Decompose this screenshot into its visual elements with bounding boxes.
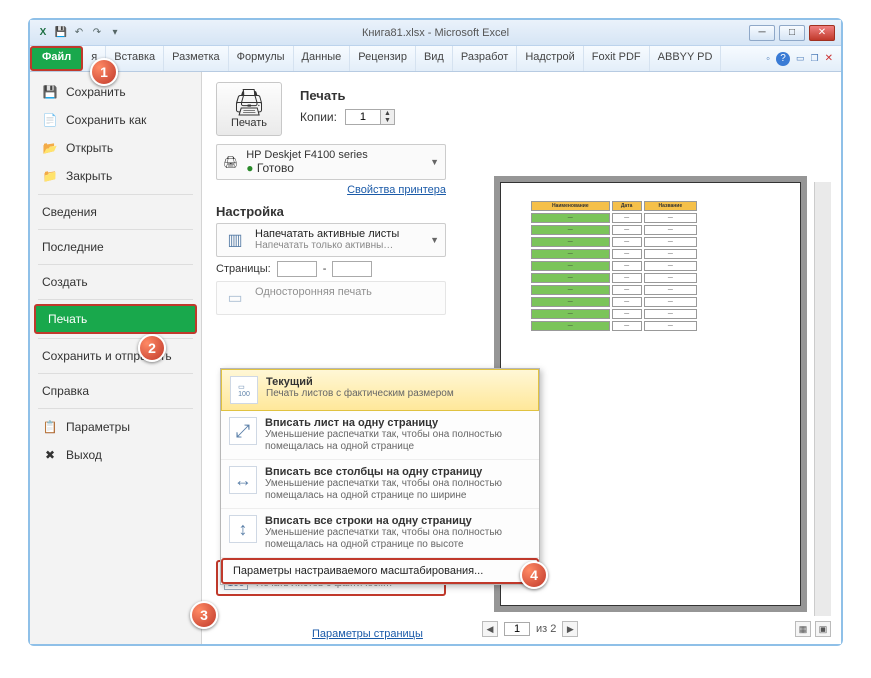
qat-more-icon[interactable]: ▾ xyxy=(108,26,122,40)
save-icon: 💾 xyxy=(42,84,58,100)
sheets-icon: ▥ xyxy=(223,228,247,252)
margins-toggle-button[interactable]: ▦ xyxy=(795,621,811,637)
close-button[interactable]: ✕ xyxy=(809,25,835,41)
tab-abbyy[interactable]: ABBYY PD xyxy=(650,46,722,71)
undo-icon[interactable]: ↶ xyxy=(72,26,86,40)
options-icon: 📋 xyxy=(42,419,58,435)
open-icon: 📂 xyxy=(42,140,58,156)
nav-options[interactable]: 📋Параметры xyxy=(30,413,201,441)
copies-label: Копии: xyxy=(300,110,337,124)
quick-access-toolbar: X 💾 ↶ ↷ ▾ xyxy=(36,26,122,40)
title-bar: X 💾 ↶ ↷ ▾ Книга81.xlsx - Microsoft Excel… xyxy=(30,20,841,46)
page-of-label: из 2 xyxy=(536,623,556,635)
callout-badge-2: 2 xyxy=(138,334,166,362)
preview-footer: ◀ из 2 ▶ ▦ ▣ xyxy=(482,618,831,640)
nav-exit[interactable]: ✖Выход xyxy=(30,441,201,469)
nav-new[interactable]: Создать xyxy=(30,269,201,295)
prev-page-button[interactable]: ◀ xyxy=(482,621,498,637)
window-title: Книга81.xlsx - Microsoft Excel xyxy=(122,27,749,39)
nav-recent[interactable]: Последние xyxy=(30,234,201,260)
page-to-input[interactable] xyxy=(332,261,372,277)
page-setup-link[interactable]: Параметры страницы xyxy=(312,628,423,640)
tab-foxit[interactable]: Foxit PDF xyxy=(584,46,650,71)
callout-badge-1: 1 xyxy=(90,58,118,86)
nav-close[interactable]: 📁Закрыть xyxy=(30,162,201,190)
preview-scrollbar[interactable] xyxy=(814,182,831,616)
excel-icon: X xyxy=(36,26,50,40)
scale-option-fit-sheet[interactable]: ⤢ Вписать лист на одну страницуУменьшени… xyxy=(221,411,539,460)
nav-share[interactable]: Сохранить и отправить xyxy=(30,343,201,369)
nav-info[interactable]: Сведения xyxy=(30,199,201,225)
sides-selector[interactable]: ▭ Односторонняя печать xyxy=(216,281,446,315)
redo-icon[interactable]: ↷ xyxy=(90,26,104,40)
ribbon-minimize-icon[interactable]: ◦ xyxy=(766,53,770,65)
tab-formulas[interactable]: Формулы xyxy=(229,46,294,71)
copies-input[interactable] xyxy=(346,110,380,124)
scale-actual-icon: ▭100 xyxy=(230,376,258,404)
custom-scaling-link[interactable]: Параметры настраиваемого масштабирования… xyxy=(221,558,539,584)
scale-option-fit-rows[interactable]: ↕ Вписать все строки на одну страницуУме… xyxy=(221,509,539,558)
page-number-input[interactable] xyxy=(504,622,530,636)
app-window: X 💾 ↶ ↷ ▾ Книга81.xlsx - Microsoft Excel… xyxy=(28,18,843,646)
print-heading: Печать xyxy=(300,88,395,103)
printer-selector[interactable]: 🖨 HP Deskjet F4100 series ● Готово ▼ xyxy=(216,144,446,180)
tab-addins[interactable]: Надстрой xyxy=(517,46,583,71)
printer-status: ● Готово xyxy=(246,161,367,175)
print-button[interactable]: 🖨 Печать xyxy=(216,82,282,136)
doc-min-icon[interactable]: ▭ xyxy=(796,53,805,64)
saveas-icon: 📄 xyxy=(42,112,58,128)
next-page-button[interactable]: ▶ xyxy=(562,621,578,637)
printer-properties-link[interactable]: Свойства принтера xyxy=(216,184,446,196)
page-from-input[interactable] xyxy=(277,261,317,277)
tab-layout[interactable]: Разметка xyxy=(164,46,229,71)
nav-open[interactable]: 📂Открыть xyxy=(30,134,201,162)
zoom-toggle-button[interactable]: ▣ xyxy=(815,621,831,637)
ribbon-tabs: Файл я Вставка Разметка Формулы Данные Р… xyxy=(30,46,841,72)
tab-file[interactable]: Файл xyxy=(30,46,83,71)
spin-down-icon[interactable]: ▼ xyxy=(381,117,394,124)
backstage-nav: 💾Сохранить 📄Сохранить как 📂Открыть 📁Закр… xyxy=(30,72,202,644)
fit-rows-icon: ↕ xyxy=(229,515,257,543)
chevron-down-icon: ▼ xyxy=(430,157,439,167)
print-what-selector[interactable]: ▥ Напечатать активные листыНапечатать то… xyxy=(216,223,446,257)
preview-table: НаименованиеДатаНазвание ——— ——— ——— ———… xyxy=(529,199,699,333)
scale-option-actual[interactable]: ▭100 ТекущийПечать листов с фактическим … xyxy=(221,369,539,411)
tab-developer[interactable]: Разработ xyxy=(453,46,517,71)
exit-icon: ✖ xyxy=(42,447,58,463)
printer-name: HP Deskjet F4100 series xyxy=(246,149,367,161)
doc-restore-icon[interactable]: ❐ xyxy=(811,53,819,64)
help-icon[interactable]: ? xyxy=(776,52,790,66)
tab-data[interactable]: Данные xyxy=(294,46,351,71)
preview-page: НаименованиеДатаНазвание ——— ——— ——— ———… xyxy=(500,182,801,606)
close-file-icon: 📁 xyxy=(42,168,58,184)
page-icon: ▭ xyxy=(223,286,247,310)
doc-close-icon[interactable]: ✕ xyxy=(825,53,833,64)
nav-save-as[interactable]: 📄Сохранить как xyxy=(30,106,201,134)
tab-review[interactable]: Рецензир xyxy=(350,46,416,71)
printer-device-icon: 🖨 xyxy=(223,155,238,169)
nav-help[interactable]: Справка xyxy=(30,378,201,404)
spin-up-icon[interactable]: ▲ xyxy=(381,110,394,117)
callout-badge-3: 3 xyxy=(190,601,218,629)
scale-option-fit-columns[interactable]: ↔ Вписать все столбцы на одну страницуУм… xyxy=(221,460,539,509)
nav-print[interactable]: Печать xyxy=(34,304,197,334)
tab-view[interactable]: Вид xyxy=(416,46,453,71)
fit-sheet-icon: ⤢ xyxy=(229,417,257,445)
nav-save[interactable]: 💾Сохранить xyxy=(30,78,201,106)
printer-icon: 🖨 xyxy=(231,89,267,115)
pages-range: Страницы: - xyxy=(216,261,446,277)
callout-badge-4: 4 xyxy=(520,561,548,589)
scaling-dropdown: ▭100 ТекущийПечать листов с фактическим … xyxy=(220,368,540,585)
minimize-button[interactable]: ─ xyxy=(749,25,775,41)
chevron-down-icon: ▼ xyxy=(430,235,439,245)
fit-cols-icon: ↔ xyxy=(229,466,257,494)
copies-spinner[interactable]: ▲▼ xyxy=(345,109,395,125)
maximize-button[interactable]: □ xyxy=(779,25,805,41)
print-panel: 🖨 Печать Печать Копии: ▲▼ 🖨 xyxy=(202,72,841,644)
save-icon[interactable]: 💾 xyxy=(54,26,68,40)
